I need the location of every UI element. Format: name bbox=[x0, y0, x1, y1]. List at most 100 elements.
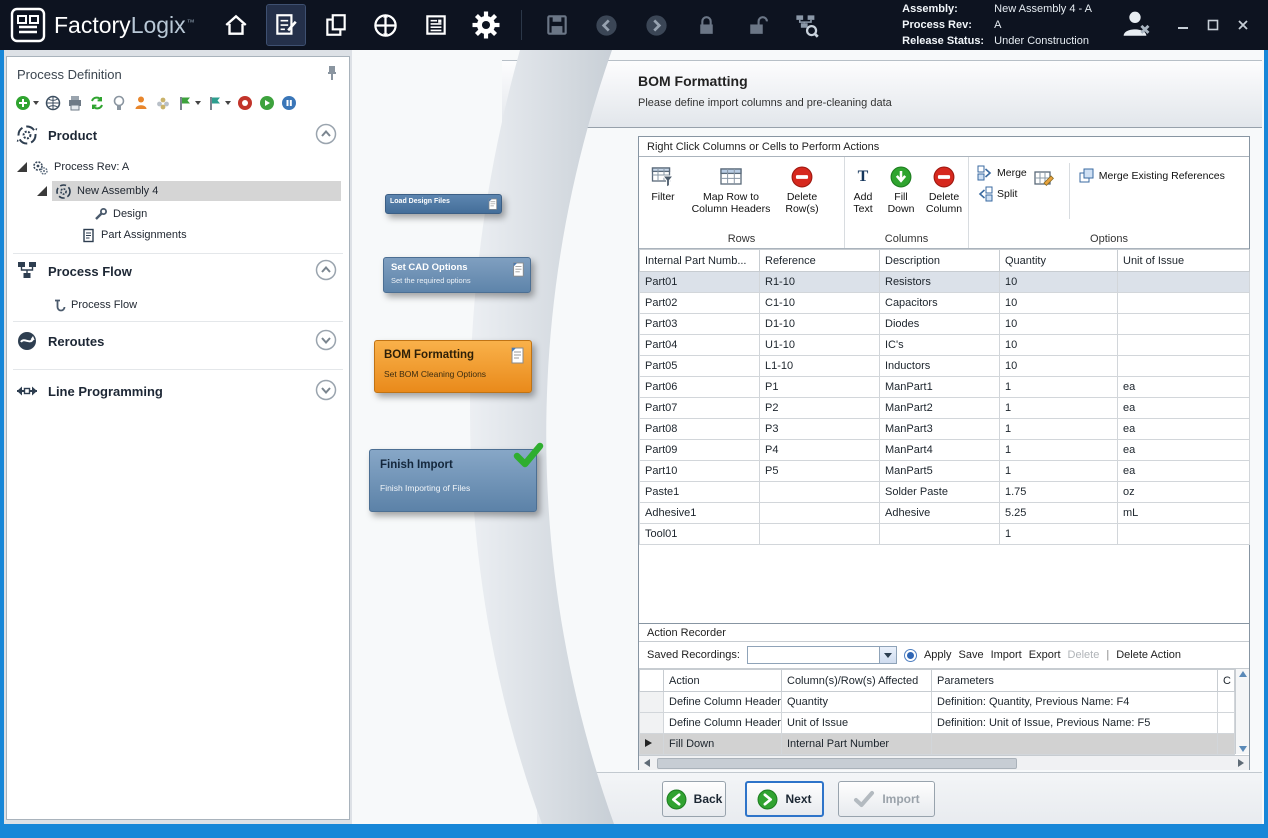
dispatch-button[interactable] bbox=[367, 5, 405, 45]
save-button[interactable] bbox=[538, 5, 576, 45]
table-cell[interactable]: 1 bbox=[1000, 440, 1118, 461]
row-selector-cell[interactable] bbox=[640, 713, 664, 734]
table-row[interactable]: Tool01 1 bbox=[640, 524, 1250, 545]
table-row[interactable]: Part05L1-10Inductors10 bbox=[640, 356, 1250, 377]
merge-existing-references-button[interactable]: Merge Existing References bbox=[1078, 167, 1225, 184]
table-cell[interactable]: mL bbox=[1118, 503, 1250, 524]
collapse-process-flow-button[interactable] bbox=[315, 259, 337, 281]
table-edit-button[interactable] bbox=[1027, 163, 1061, 193]
tree-item-design[interactable]: Design bbox=[93, 204, 147, 224]
table-cell[interactable]: Part05 bbox=[640, 356, 760, 377]
operator-button[interactable] bbox=[133, 95, 149, 111]
column-header[interactable]: Description bbox=[880, 250, 1000, 272]
vertical-scrollbar[interactable] bbox=[1235, 669, 1249, 754]
table-cell[interactable]: 5.25 bbox=[1000, 503, 1118, 524]
user-session-button[interactable] bbox=[1118, 6, 1152, 45]
table-cell[interactable] bbox=[1218, 713, 1235, 734]
table-cell[interactable]: Definition: Unit of Issue, Previous Name… bbox=[932, 713, 1218, 734]
apply-label[interactable]: Apply bbox=[924, 649, 952, 661]
table-cell[interactable]: ea bbox=[1118, 398, 1250, 419]
table-cell[interactable]: Definition: Quantity, Previous Name: F4 bbox=[932, 692, 1218, 713]
saved-recordings-select[interactable] bbox=[747, 646, 897, 664]
table-cell[interactable]: Tool01 bbox=[640, 524, 760, 545]
back-button[interactable]: Back bbox=[662, 781, 726, 817]
table-cell[interactable]: 1 bbox=[1000, 461, 1118, 482]
fill-down-button[interactable]: Fill Down bbox=[881, 163, 921, 215]
table-cell[interactable]: 1 bbox=[1000, 398, 1118, 419]
table-cell[interactable]: ea bbox=[1118, 461, 1250, 482]
table-cell[interactable] bbox=[1218, 734, 1235, 755]
table-cell[interactable]: Define Column Header bbox=[664, 692, 782, 713]
table-cell[interactable]: ManPart3 bbox=[880, 419, 1000, 440]
link-button[interactable] bbox=[45, 95, 61, 111]
import-button[interactable]: Import bbox=[838, 781, 935, 817]
flag-green-button[interactable] bbox=[177, 95, 201, 111]
table-row[interactable]: Part09P4ManPart41ea bbox=[640, 440, 1250, 461]
delete-action-link[interactable]: Delete Action bbox=[1116, 649, 1181, 661]
table-cell[interactable]: Resistors bbox=[880, 272, 1000, 293]
table-cell[interactable]: Capacitors bbox=[880, 293, 1000, 314]
map-row-to-column-headers-button[interactable]: Map Row to Column Headers bbox=[687, 163, 775, 215]
expander-icon[interactable] bbox=[37, 186, 47, 196]
delete-column-button[interactable]: Delete Column bbox=[921, 163, 967, 215]
minimize-button[interactable] bbox=[1176, 18, 1190, 32]
tree-section-reroutes[interactable]: Reroutes bbox=[15, 327, 104, 355]
table-cell[interactable]: ea bbox=[1118, 440, 1250, 461]
table-cell[interactable]: Paste1 bbox=[640, 482, 760, 503]
table-row[interactable]: Part02C1-10Capacitors10 bbox=[640, 293, 1250, 314]
table-cell[interactable]: U1-10 bbox=[760, 335, 880, 356]
lock-button[interactable] bbox=[688, 5, 726, 45]
table-cell[interactable]: Part06 bbox=[640, 377, 760, 398]
table-cell[interactable]: 10 bbox=[1000, 293, 1118, 314]
table-cell[interactable]: Part04 bbox=[640, 335, 760, 356]
add-text-button[interactable]: T Add Text bbox=[845, 163, 881, 215]
table-cell[interactable]: Define Column Header bbox=[664, 713, 782, 734]
wizard-step-set-cad-options[interactable]: Set CAD Options Set the required options bbox=[383, 257, 531, 293]
table-cell[interactable]: Part08 bbox=[640, 419, 760, 440]
split-button[interactable]: Split bbox=[977, 186, 1027, 202]
table-row[interactable]: Paste1Solder Paste1.75oz bbox=[640, 482, 1250, 503]
table-row[interactable]: Adhesive1Adhesive5.25mL bbox=[640, 503, 1250, 524]
scroll-up-icon[interactable] bbox=[1239, 671, 1247, 677]
table-cell[interactable] bbox=[1218, 692, 1235, 713]
table-cell[interactable]: 1 bbox=[1000, 377, 1118, 398]
table-row[interactable]: Part03D1-10Diodes10 bbox=[640, 314, 1250, 335]
unlock-button[interactable] bbox=[738, 5, 776, 45]
table-cell[interactable] bbox=[1118, 272, 1250, 293]
table-row[interactable]: Define Column HeaderQuantityDefinition: … bbox=[640, 692, 1235, 713]
column-header[interactable]: Quantity bbox=[1000, 250, 1118, 272]
table-cell[interactable]: Internal Part Number bbox=[782, 734, 932, 755]
tree-section-line-programming[interactable]: Line Programming bbox=[15, 377, 163, 405]
scroll-left-button[interactable] bbox=[639, 756, 655, 771]
delete-recording-link[interactable]: Delete bbox=[1068, 649, 1100, 661]
column-header[interactable]: Column(s)/Row(s) Affected bbox=[782, 670, 932, 692]
expand-reroutes-button[interactable] bbox=[315, 329, 337, 351]
start-button[interactable] bbox=[259, 95, 275, 111]
scroll-right-button[interactable] bbox=[1233, 756, 1249, 771]
table-cell[interactable]: C1-10 bbox=[760, 293, 880, 314]
table-cell[interactable]: 1 bbox=[1000, 524, 1118, 545]
expander-icon[interactable] bbox=[17, 162, 27, 172]
column-header[interactable]: C bbox=[1218, 670, 1235, 692]
table-cell[interactable] bbox=[1118, 356, 1250, 377]
tree-item-assembly[interactable]: New Assembly 4 bbox=[37, 181, 341, 201]
collapse-product-button[interactable] bbox=[315, 123, 337, 145]
tree-section-product[interactable]: Product bbox=[15, 121, 97, 149]
table-cell[interactable]: Part03 bbox=[640, 314, 760, 335]
table-cell[interactable]: ea bbox=[1118, 419, 1250, 440]
table-cell[interactable]: ManPart1 bbox=[880, 377, 1000, 398]
next-button[interactable]: Next bbox=[745, 781, 824, 817]
column-header[interactable]: Reference bbox=[760, 250, 880, 272]
table-cell[interactable]: ManPart2 bbox=[880, 398, 1000, 419]
apply-radio[interactable] bbox=[904, 649, 917, 662]
table-row[interactable]: Part06P1ManPart11ea bbox=[640, 377, 1250, 398]
table-cell[interactable] bbox=[760, 482, 880, 503]
maximize-button[interactable] bbox=[1206, 18, 1220, 32]
home-button[interactable] bbox=[217, 5, 255, 45]
table-cell[interactable]: Diodes bbox=[880, 314, 1000, 335]
documents-button[interactable] bbox=[317, 5, 355, 45]
table-cell[interactable]: P5 bbox=[760, 461, 880, 482]
table-cell[interactable]: IC's bbox=[880, 335, 1000, 356]
table-cell[interactable] bbox=[1118, 524, 1250, 545]
wizard-step-bom-formatting[interactable]: BOM Formatting Set BOM Cleaning Options bbox=[374, 340, 532, 393]
